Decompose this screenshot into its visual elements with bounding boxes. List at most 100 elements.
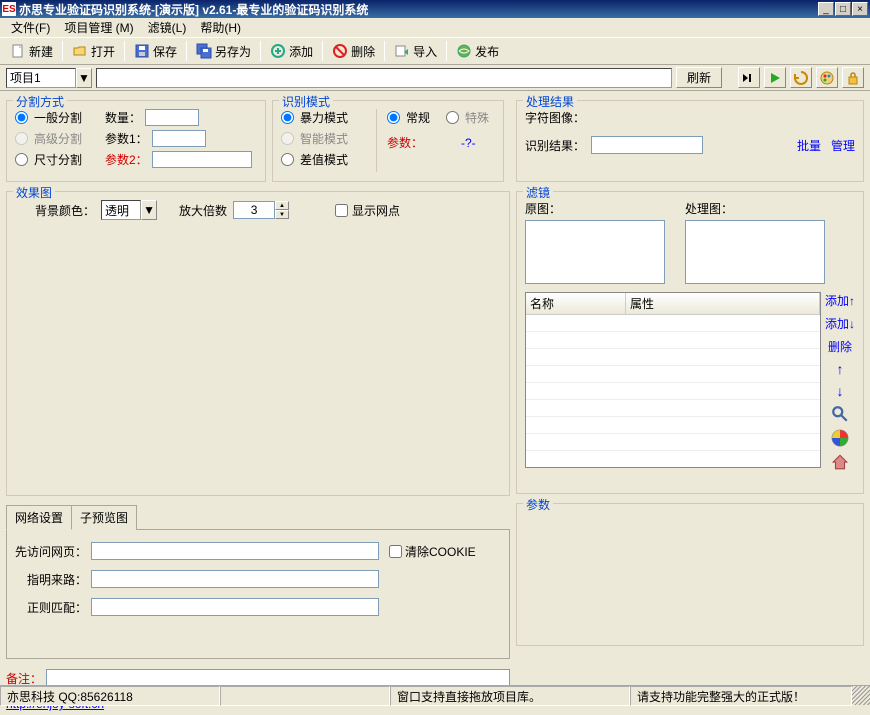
table-row[interactable]	[526, 332, 820, 349]
grid-checkbox-wrap[interactable]: 显示网点	[335, 202, 400, 219]
result-groupbox: 处理结果 字符图像： 识别结果： 批量 管理	[516, 100, 864, 182]
regex-input[interactable]	[91, 598, 379, 616]
split-size-radio[interactable]	[15, 153, 28, 166]
saveas-icon	[196, 43, 212, 59]
spinner-up-icon[interactable]: ▲	[275, 201, 289, 210]
project-path-input[interactable]	[96, 68, 672, 88]
play-button[interactable]	[764, 67, 786, 88]
spinner-down-icon[interactable]: ▼	[275, 210, 289, 219]
zoom-spinner[interactable]: ▲ ▼	[233, 201, 289, 219]
table-row[interactable]	[526, 400, 820, 417]
table-row[interactable]	[526, 417, 820, 434]
split-normal-radio[interactable]	[15, 111, 28, 124]
filter-delete[interactable]: 删除	[828, 338, 852, 355]
clear-cookie-checkbox[interactable]	[389, 545, 402, 558]
qty-input[interactable]	[145, 109, 199, 126]
mode-legend: 识别模式	[279, 93, 333, 110]
mode-groupbox: 识别模式 暴力模式 智能模式 差值模式 常规 特殊	[272, 100, 504, 182]
palette-button[interactable]	[816, 67, 838, 88]
effect-legend: 效果图	[13, 184, 55, 201]
batch-link[interactable]: 批量	[797, 137, 821, 154]
add-button[interactable]: 添加	[264, 41, 319, 62]
param-groupbox: 参数	[516, 503, 864, 646]
clear-cookie-label: 清除COOKIE	[405, 543, 476, 560]
chevron-down-icon[interactable]: ▼	[141, 200, 157, 220]
menu-filter[interactable]: 滤镜(L)	[141, 17, 194, 38]
table-row[interactable]	[526, 383, 820, 400]
tab-preview[interactable]: 子预览图	[71, 505, 137, 530]
p2-input[interactable]	[152, 151, 252, 168]
charimg-label: 字符图像：	[525, 109, 585, 126]
new-button[interactable]: 新建	[4, 41, 59, 62]
delete-icon	[332, 43, 348, 59]
bgcolor-combo[interactable]: ▼	[101, 200, 157, 220]
filter-move-down[interactable]: ↓	[836, 383, 843, 399]
bgcolor-input[interactable]	[101, 200, 141, 220]
close-button[interactable]: ×	[852, 2, 868, 16]
split-size-label: 尺寸分割	[34, 151, 82, 168]
filter-add-up[interactable]: 添加↑	[825, 292, 855, 309]
import-button[interactable]: 导入	[388, 41, 443, 62]
manage-link[interactable]: 管理	[831, 137, 855, 154]
filter-move-up[interactable]: ↑	[836, 361, 843, 377]
color-wheel-icon[interactable]	[831, 429, 849, 447]
delete-button[interactable]: 删除	[326, 41, 381, 62]
table-row[interactable]	[526, 349, 820, 366]
recycle-button[interactable]	[790, 67, 812, 88]
saveas-button[interactable]: 另存为	[190, 41, 257, 62]
table-row[interactable]	[526, 315, 820, 332]
referer-label: 指明来路：	[15, 571, 87, 588]
mode-violent-radio[interactable]	[281, 111, 294, 124]
chevron-down-icon[interactable]: ▼	[76, 68, 92, 88]
magnify-icon[interactable]	[831, 405, 849, 423]
p1-label: 参数1：	[105, 130, 148, 147]
project-combo-input[interactable]	[6, 68, 76, 88]
tab-network[interactable]: 网络设置	[6, 505, 72, 530]
minimize-button[interactable]: _	[818, 2, 834, 16]
status-empty	[220, 686, 390, 706]
split-normal-label: 一般分割	[34, 109, 82, 126]
toolbar: 新建 打开 保存 另存为 添加 删除 导入 发布	[0, 37, 870, 65]
referer-input[interactable]	[91, 570, 379, 588]
open-icon	[72, 43, 88, 59]
resize-grip[interactable]	[852, 686, 870, 705]
split-advanced-radio	[15, 132, 28, 145]
publish-icon	[456, 43, 472, 59]
col-name[interactable]: 名称	[526, 293, 626, 314]
menu-file[interactable]: 文件(F)	[4, 17, 57, 38]
table-row[interactable]	[526, 366, 820, 383]
goto-end-button[interactable]	[738, 67, 760, 88]
p1-input[interactable]	[152, 130, 206, 147]
publish-button[interactable]: 发布	[450, 41, 505, 62]
save-button[interactable]: 保存	[128, 41, 183, 62]
url-input[interactable]	[91, 542, 379, 560]
menu-help[interactable]: 帮助(H)	[193, 17, 248, 38]
regex-label: 正则匹配：	[15, 599, 87, 616]
mode-violent-label: 暴力模式	[300, 109, 348, 126]
effect-groupbox: 效果图 背景颜色： ▼ 放大倍数 ▲ ▼ 显示网	[6, 191, 510, 496]
reco-input[interactable]	[591, 136, 703, 154]
menu-project[interactable]: 项目管理 (M)	[57, 17, 140, 38]
save-label: 保存	[153, 43, 177, 60]
import-icon	[394, 43, 410, 59]
status-company: 亦思科技 QQ:85626118	[0, 686, 220, 706]
lock-button[interactable]	[842, 67, 864, 88]
filter-add-down[interactable]: 添加↓	[825, 315, 855, 332]
open-label: 打开	[91, 43, 115, 60]
project-combo[interactable]: ▼	[6, 68, 92, 88]
home-icon[interactable]	[831, 453, 849, 471]
clear-cookie-wrap[interactable]: 清除COOKIE	[389, 543, 476, 560]
bgcolor-label: 背景颜色：	[35, 202, 95, 219]
open-button[interactable]: 打开	[66, 41, 121, 62]
grid-checkbox[interactable]	[335, 204, 348, 217]
col-attr[interactable]: 属性	[626, 293, 820, 314]
maximize-button[interactable]: □	[835, 2, 851, 16]
table-row[interactable]	[526, 434, 820, 451]
mode-diff-radio[interactable]	[281, 153, 294, 166]
mode-special-radio[interactable]	[446, 111, 459, 124]
delete-label: 删除	[351, 43, 375, 60]
filter-table[interactable]: 名称 属性	[525, 292, 821, 468]
refresh-button[interactable]: 刷新	[676, 67, 722, 88]
mode-regular-radio[interactable]	[387, 111, 400, 124]
zoom-input[interactable]	[233, 201, 275, 219]
